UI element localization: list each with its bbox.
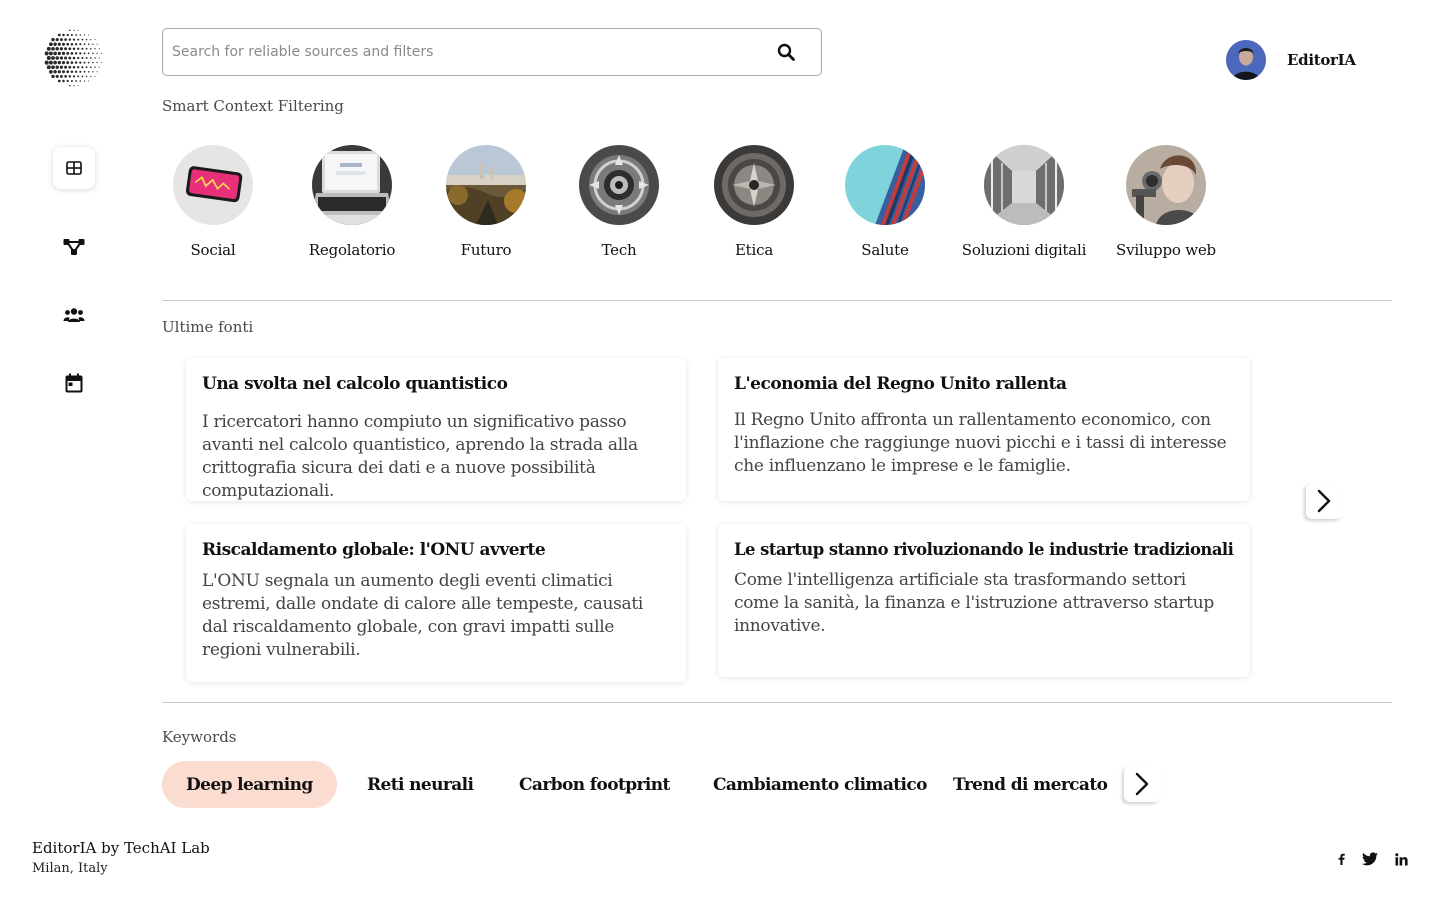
category-etica[interactable]: Etica xyxy=(684,145,824,259)
source-card-title: L'economia del Regno Unito rallenta xyxy=(734,374,1067,394)
latest-sources-title: Ultime fonti xyxy=(162,318,254,336)
source-card-title: Le startup stanno rivoluzionando le indu… xyxy=(734,540,1234,559)
tech-image xyxy=(579,145,659,225)
regolatorio-image xyxy=(312,145,392,225)
twitter-link[interactable] xyxy=(1360,850,1380,868)
facebook-link[interactable] xyxy=(1334,850,1348,868)
keyword-chip-active[interactable]: Deep learning xyxy=(162,761,337,808)
chevron-right-icon xyxy=(1317,489,1331,513)
source-card[interactable]: L'economia del Regno Unito rallenta Il R… xyxy=(718,358,1250,501)
category-label: Tech xyxy=(601,241,637,259)
category-futuro[interactable]: Futuro xyxy=(416,145,556,259)
source-card-text: Come l'intelligenza artificiale sta tras… xyxy=(734,570,1214,636)
sources-next-button[interactable] xyxy=(1306,483,1342,519)
futuro-image xyxy=(446,145,526,225)
category-label: Soluzioni digitali xyxy=(961,241,1087,259)
sidebar-item-users[interactable] xyxy=(53,294,95,336)
sviluppo-web-image xyxy=(1126,145,1206,225)
facebook-icon xyxy=(1338,853,1345,865)
category-label: Futuro xyxy=(460,241,512,259)
source-card-title: Riscaldamento globale: l'ONU avverte xyxy=(202,540,546,560)
salute-image xyxy=(845,145,925,225)
category-label: Regolatorio xyxy=(308,241,396,259)
search-button[interactable] xyxy=(751,29,821,75)
network-icon xyxy=(63,239,85,255)
chevron-right-icon xyxy=(1135,772,1149,796)
keyword-chip[interactable]: Trend di mercato xyxy=(953,761,1108,808)
footer-location: Milan, Italy xyxy=(32,861,108,876)
user-avatar-icon xyxy=(1226,40,1266,80)
source-card-text: I ricercatori hanno compiuto un signific… xyxy=(202,412,638,501)
footer-brand: EditorIA by TechAI Lab xyxy=(32,839,210,857)
category-salute[interactable]: Salute xyxy=(815,145,955,259)
keywords-title: Keywords xyxy=(162,728,237,746)
linkedin-icon xyxy=(1394,852,1408,865)
category-sviluppo-web[interactable]: Sviluppo web xyxy=(1096,145,1236,259)
category-label: Sviluppo web xyxy=(1116,241,1216,259)
category-tech[interactable]: Tech xyxy=(549,145,689,259)
divider xyxy=(162,702,1392,703)
keyword-chip[interactable]: Cambiamento climatico xyxy=(713,761,927,808)
calendar-icon xyxy=(65,373,83,393)
divider xyxy=(162,300,1392,301)
category-label: Salute xyxy=(861,241,909,259)
category-social[interactable]: Social xyxy=(143,145,283,259)
soluzioni-digitali-image xyxy=(984,145,1064,225)
social-image xyxy=(173,145,253,225)
category-label: Social xyxy=(190,241,236,259)
source-card[interactable]: Riscaldamento globale: l'ONU avverte L'O… xyxy=(186,524,686,682)
source-card[interactable]: Una svolta nel calcolo quantistico I ric… xyxy=(186,358,686,501)
search-input[interactable] xyxy=(163,29,751,75)
logo[interactable] xyxy=(44,22,104,94)
source-card-title: Una svolta nel calcolo quantistico xyxy=(202,374,508,394)
username[interactable]: EditorIA xyxy=(1287,51,1356,69)
keyword-chip[interactable]: Carbon footprint xyxy=(519,761,670,808)
search-bar xyxy=(162,28,822,76)
smart-context-title: Smart Context Filtering xyxy=(162,97,344,115)
twitter-icon xyxy=(1362,852,1378,866)
keywords-next-button[interactable] xyxy=(1124,766,1160,802)
category-label: Etica xyxy=(734,241,774,259)
sidebar-item-calendar[interactable] xyxy=(53,362,95,404)
avatar[interactable] xyxy=(1226,40,1266,80)
source-card-text: L'ONU segnala un aumento degli eventi cl… xyxy=(202,571,644,660)
etica-image xyxy=(714,145,794,225)
sidebar-item-dashboard[interactable] xyxy=(53,147,95,189)
source-card-text: Il Regno Unito affronta un rallentamento… xyxy=(734,410,1227,476)
category-regolatorio[interactable]: Regolatorio xyxy=(282,145,422,259)
globe-logo-icon xyxy=(44,29,102,87)
users-icon xyxy=(63,308,85,322)
linkedin-link[interactable] xyxy=(1393,850,1409,868)
search-icon xyxy=(777,43,795,61)
keyword-chip[interactable]: Reti neurali xyxy=(367,761,474,808)
dashboard-icon xyxy=(66,161,82,175)
sidebar-item-network[interactable] xyxy=(53,226,95,268)
category-soluzioni-digitali[interactable]: Soluzioni digitali xyxy=(954,145,1094,259)
source-card[interactable]: Le startup stanno rivoluzionando le indu… xyxy=(718,524,1250,677)
